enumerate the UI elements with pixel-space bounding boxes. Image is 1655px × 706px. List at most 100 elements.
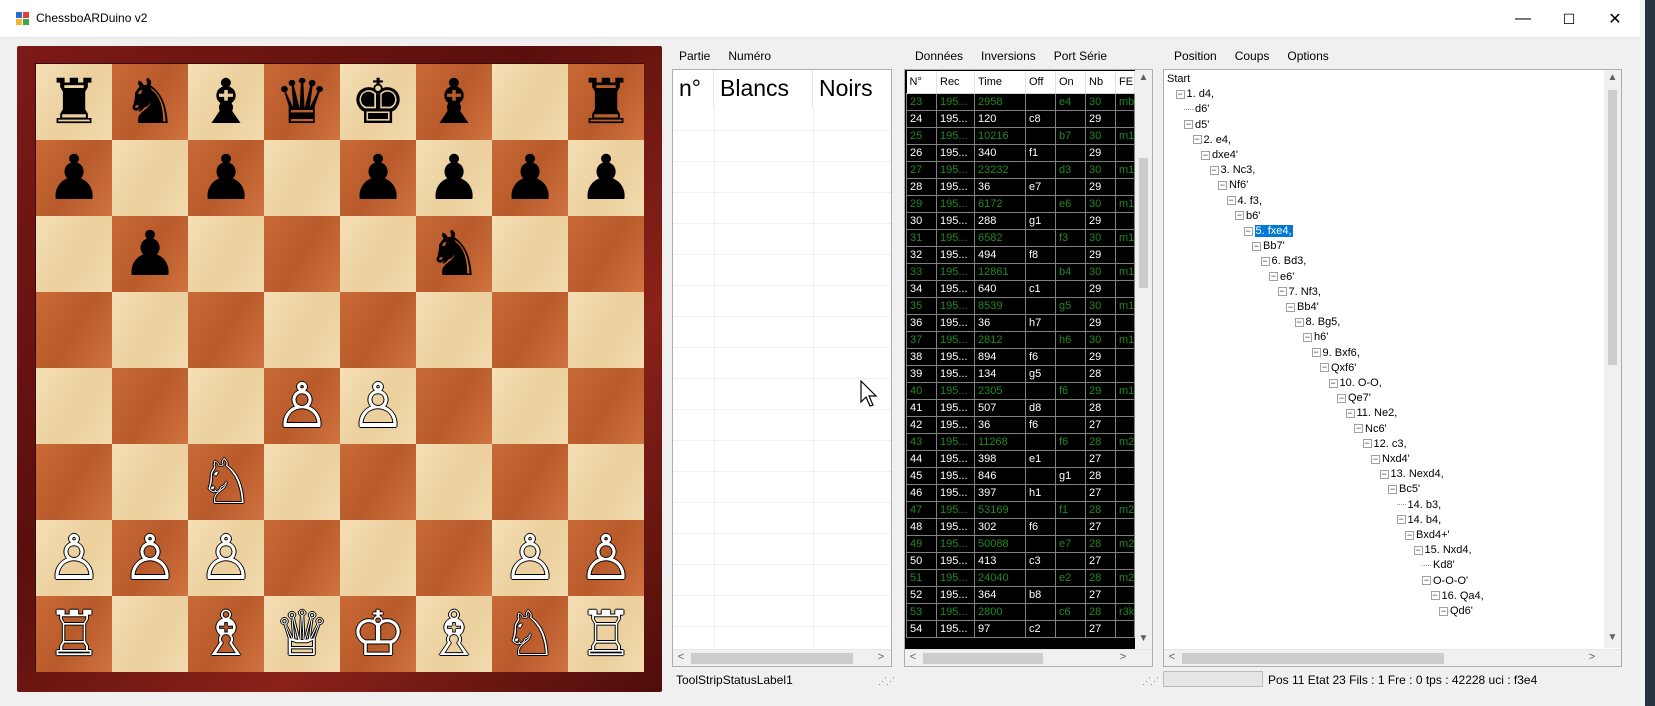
collapse-icon[interactable]: − [1396, 515, 1406, 525]
tree-node[interactable]: − e6' [1269, 270, 1294, 285]
table-row[interactable]: 32 195... 494 f8 29 [906, 245, 1135, 264]
scroll-right-icon[interactable]: > [1115, 651, 1131, 663]
data-grid[interactable]: N° Rec Time Off On Nb FEI 23 195... 2958 e4 30 mb 24… [904, 69, 1153, 667]
tree-node-label[interactable]: Qd6' [1450, 605, 1473, 617]
square-e1[interactable]: ♔ [340, 596, 416, 672]
tree-node-label[interactable]: 14. b3, [1408, 499, 1442, 511]
scroll-left-icon[interactable]: < [673, 651, 689, 663]
tree-node-label[interactable]: 8. Bg5, [1306, 316, 1341, 328]
square-a3[interactable] [36, 444, 112, 520]
scroll-up-icon[interactable]: ▲ [1135, 72, 1152, 83]
black-piece-icon[interactable]: ♞ [426, 223, 482, 285]
tree-node-label[interactable]: d5' [1195, 119, 1209, 131]
column-header[interactable]: N° [906, 71, 937, 94]
square-g6[interactable] [492, 216, 568, 292]
square-c2[interactable]: ♙ [188, 520, 264, 596]
collapse-icon[interactable]: − [1413, 545, 1423, 555]
square-a7[interactable]: ♟ [36, 140, 112, 216]
tree-node[interactable]: −11. Ne2, [1345, 406, 1398, 421]
tree-node[interactable]: −4. f3, [1226, 194, 1262, 209]
table-row[interactable]: 30 195... 288 g1 29 [906, 211, 1135, 230]
tree-vscrollbar[interactable]: ▲ ▼ [1604, 70, 1621, 648]
table-row[interactable]: 50 195... 413 c3 27 [906, 551, 1135, 570]
square-c4[interactable] [188, 368, 264, 444]
tree-node-label[interactable]: 11. Ne2, [1357, 407, 1398, 419]
table-row[interactable]: 45 195... 846 g1 28 [906, 466, 1135, 485]
menu-numero[interactable]: Numéro [719, 49, 780, 63]
square-b1[interactable] [112, 596, 188, 672]
tree-node[interactable]: −8. Bg5, [1294, 315, 1341, 330]
black-piece-icon[interactable]: ♟ [426, 147, 482, 209]
square-e3[interactable] [340, 444, 416, 520]
square-a1[interactable]: ♖ [36, 596, 112, 672]
square-h7[interactable]: ♟ [568, 140, 644, 216]
scroll-left-icon[interactable]: < [905, 651, 921, 663]
column-header[interactable]: Off [1025, 71, 1056, 94]
white-piece-icon[interactable]: ♙ [46, 527, 102, 589]
tree-hscrollbar[interactable]: < > [1164, 649, 1621, 666]
white-piece-icon[interactable]: ♙ [502, 527, 558, 589]
square-d6[interactable] [264, 216, 340, 292]
collapse-icon[interactable]: − [1371, 454, 1380, 464]
table-row[interactable]: 34 195... 640 c1 29 [906, 279, 1135, 298]
menu-partie[interactable]: Partie [670, 49, 719, 63]
square-h5[interactable] [568, 292, 644, 368]
tree-node-label[interactable]: 13. Nexd4, [1391, 468, 1444, 480]
table-row[interactable]: 29 195... 6172 e6 30 m1 [906, 194, 1135, 213]
scroll-thumb[interactable] [1182, 653, 1444, 664]
tree-node-label[interactable]: 2. e4, [1204, 134, 1232, 146]
tree-node-label[interactable]: 7. Nf3, [1289, 286, 1321, 298]
white-piece-icon[interactable]: ♙ [578, 527, 634, 589]
black-piece-icon[interactable]: ♛ [274, 71, 330, 133]
square-d4[interactable]: ♙ [264, 368, 340, 444]
square-f6[interactable]: ♞ [416, 216, 492, 292]
collapse-icon[interactable]: − [1277, 287, 1287, 297]
tree-node-label[interactable]: 4. f3, [1238, 195, 1262, 207]
square-h1[interactable]: ♖ [568, 596, 644, 672]
tree-node-label[interactable]: Bxd4+' [1416, 529, 1450, 541]
square-a4[interactable] [36, 368, 112, 444]
square-c6[interactable] [188, 216, 264, 292]
tree-node-label[interactable]: 16. Qa4, [1442, 590, 1484, 602]
square-h2[interactable]: ♙ [568, 520, 644, 596]
square-b3[interactable] [112, 444, 188, 520]
tree-node[interactable]: −16. Qa4, [1430, 589, 1484, 604]
collapse-icon[interactable]: − [1201, 150, 1210, 160]
collapse-icon[interactable]: − [1235, 211, 1244, 221]
square-g2[interactable]: ♙ [492, 520, 568, 596]
tree-node[interactable]: − Nf6' [1218, 178, 1248, 193]
square-g7[interactable]: ♟ [492, 140, 568, 216]
table-row[interactable]: 38 195... 894 f6 29 [906, 347, 1135, 366]
square-f4[interactable] [416, 368, 492, 444]
tree-node-label[interactable]: b6' [1246, 210, 1260, 222]
square-c1[interactable]: ♗ [188, 596, 264, 672]
tree-node-label[interactable]: h6' [1314, 331, 1328, 343]
tree-node[interactable]: − Bc5' [1388, 482, 1420, 497]
tree-node[interactable]: −15. Nxd4, [1413, 543, 1472, 558]
tree-node-label[interactable]: 3. Nc3, [1221, 164, 1256, 176]
tree-node[interactable]: −5. fxe4, [1243, 224, 1293, 239]
square-b8[interactable]: ♞ [112, 64, 188, 140]
white-piece-icon[interactable]: ♖ [46, 603, 102, 665]
tree-node-label[interactable]: 15. Nxd4, [1425, 544, 1472, 556]
table-row[interactable]: 37 195... 2812 h6 30 m1 [906, 330, 1135, 349]
black-piece-icon[interactable]: ♜ [578, 71, 634, 133]
menu-port-serie[interactable]: Port Série [1045, 49, 1116, 63]
collapse-icon[interactable]: − [1422, 576, 1431, 586]
collapse-icon[interactable]: − [1184, 120, 1193, 130]
square-b6[interactable]: ♟ [112, 216, 188, 292]
tree-node-label[interactable]: d6' [1195, 103, 1209, 115]
black-piece-icon[interactable]: ♟ [198, 147, 254, 209]
chess-board[interactable]: ♜ ♞ ♝ ♛ ♚ ♝ ♜ ♟ ♟ ♟ ♟ ♟ ♟ ♟ ♞ ♙ ♙ ♘ ♙ ♙ ♙ ♙ ♙ ♖ ♗ ♕ ♔ ♗ ♘ ♖ [35, 63, 644, 672]
collapse-icon[interactable]: − [1209, 165, 1219, 175]
black-piece-icon[interactable]: ♞ [122, 71, 178, 133]
collapse-icon[interactable]: − [1362, 439, 1372, 449]
table-row[interactable]: 35 195... 8539 g5 30 m1 [906, 296, 1135, 315]
square-h4[interactable] [568, 368, 644, 444]
tree-node[interactable]: − Nxd4' [1371, 452, 1410, 467]
collapse-icon[interactable]: − [1260, 256, 1270, 266]
collapse-icon[interactable]: − [1252, 241, 1261, 251]
table-row[interactable]: 47 195... 53169 f1 28 m2 [906, 500, 1135, 519]
tree-node[interactable]: −6. Bd3, [1260, 254, 1306, 269]
scroll-left-icon[interactable]: < [1164, 651, 1180, 663]
